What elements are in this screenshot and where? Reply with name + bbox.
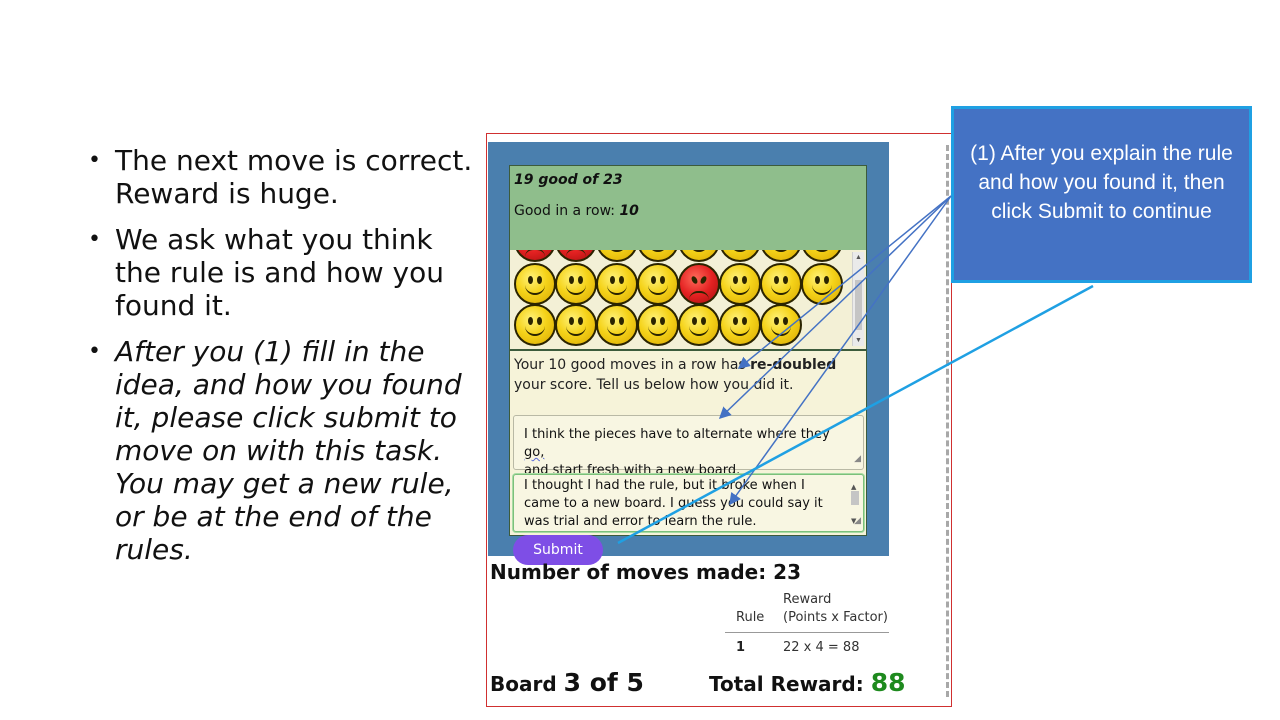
sad-face-icon[interactable] bbox=[678, 263, 720, 305]
how-found-textarea[interactable]: I thought I had the rule, but it broke w… bbox=[513, 474, 864, 532]
table-divider bbox=[725, 632, 889, 633]
board-progress: Board 3 of 5 bbox=[490, 668, 644, 697]
happy-face-icon[interactable] bbox=[760, 304, 802, 346]
grid-scrollbar[interactable]: ▲ ▼ bbox=[852, 252, 864, 346]
happy-face-icon[interactable] bbox=[637, 304, 679, 346]
game-grid[interactable]: ▲ ▼ bbox=[509, 250, 867, 350]
instruction-callout: (1) After you explain the rule and how y… bbox=[951, 106, 1252, 283]
bullet-2-text: We ask what you think the rule is and ho… bbox=[115, 223, 444, 322]
reward-header: Reward bbox=[783, 592, 832, 607]
dashed-divider bbox=[946, 145, 949, 697]
formula-header: (Points x Factor) bbox=[783, 610, 888, 625]
scroll-thumb[interactable] bbox=[855, 280, 862, 330]
happy-face-icon[interactable] bbox=[514, 304, 556, 346]
good-in-row: Good in a row: 10 bbox=[514, 203, 639, 219]
sad-face-icon[interactable] bbox=[555, 250, 597, 262]
happy-face-icon[interactable] bbox=[801, 263, 843, 305]
happy-face-icon[interactable] bbox=[637, 250, 679, 262]
scroll-up-icon[interactable]: ▲ bbox=[855, 254, 862, 261]
resize-grip-icon[interactable]: ◢ bbox=[854, 512, 861, 530]
happy-face-icon[interactable] bbox=[678, 304, 720, 346]
bullet-2: • We ask what you think the rule is and h… bbox=[88, 223, 480, 322]
instruction-bullets: • The next move is correct. Reward is hug… bbox=[88, 144, 480, 579]
scroll-thumb[interactable] bbox=[851, 491, 859, 505]
happy-face-icon[interactable] bbox=[678, 250, 720, 262]
happy-face-icon[interactable] bbox=[760, 250, 802, 262]
happy-face-icon[interactable] bbox=[719, 304, 761, 346]
bullet-dot-icon: • bbox=[88, 227, 101, 252]
bullet-1-text: The next move is correct. Reward is huge… bbox=[115, 144, 473, 210]
happy-face-icon[interactable] bbox=[555, 263, 597, 305]
happy-face-icon[interactable] bbox=[760, 263, 802, 305]
happy-face-icon[interactable] bbox=[596, 304, 638, 346]
bullet-3: • After you (1) fill in the idea, and how… bbox=[88, 335, 480, 566]
resize-grip-icon[interactable]: ◢ bbox=[854, 450, 861, 468]
bullet-dot-icon: • bbox=[88, 148, 101, 173]
happy-face-icon[interactable] bbox=[596, 250, 638, 262]
good-count: 19 good of 23 bbox=[514, 172, 623, 188]
happy-face-icon[interactable] bbox=[596, 263, 638, 305]
moves-count: Number of moves made: 23 bbox=[490, 560, 801, 584]
table-row-formula: 22 x 4 = 88 bbox=[783, 640, 860, 655]
bullet-dot-icon: • bbox=[88, 339, 101, 364]
message-text: Your 10 good moves in a row has re-doubl… bbox=[514, 357, 837, 393]
happy-face-icon[interactable] bbox=[514, 263, 556, 305]
happy-face-icon[interactable] bbox=[719, 250, 761, 262]
rule-answer-textarea[interactable]: I think the pieces have to alternate whe… bbox=[513, 415, 864, 478]
bullet-3-text: After you (1) fill in the idea, and how … bbox=[115, 335, 462, 566]
total-reward: Total Reward: 88 bbox=[709, 668, 906, 697]
table-row-rule: 1 bbox=[736, 640, 746, 655]
rule-header: Rule bbox=[736, 610, 765, 625]
happy-face-icon[interactable] bbox=[637, 263, 679, 305]
scroll-down-icon[interactable]: ▼ bbox=[855, 337, 862, 344]
status-panel: 19 good of 23 Good in a row: 10 bbox=[509, 165, 867, 250]
happy-face-icon[interactable] bbox=[801, 250, 843, 262]
happy-face-icon[interactable] bbox=[719, 263, 761, 305]
sad-face-icon[interactable] bbox=[514, 250, 556, 262]
bullet-1: • The next move is correct. Reward is hug… bbox=[88, 144, 480, 210]
happy-face-icon[interactable] bbox=[555, 304, 597, 346]
